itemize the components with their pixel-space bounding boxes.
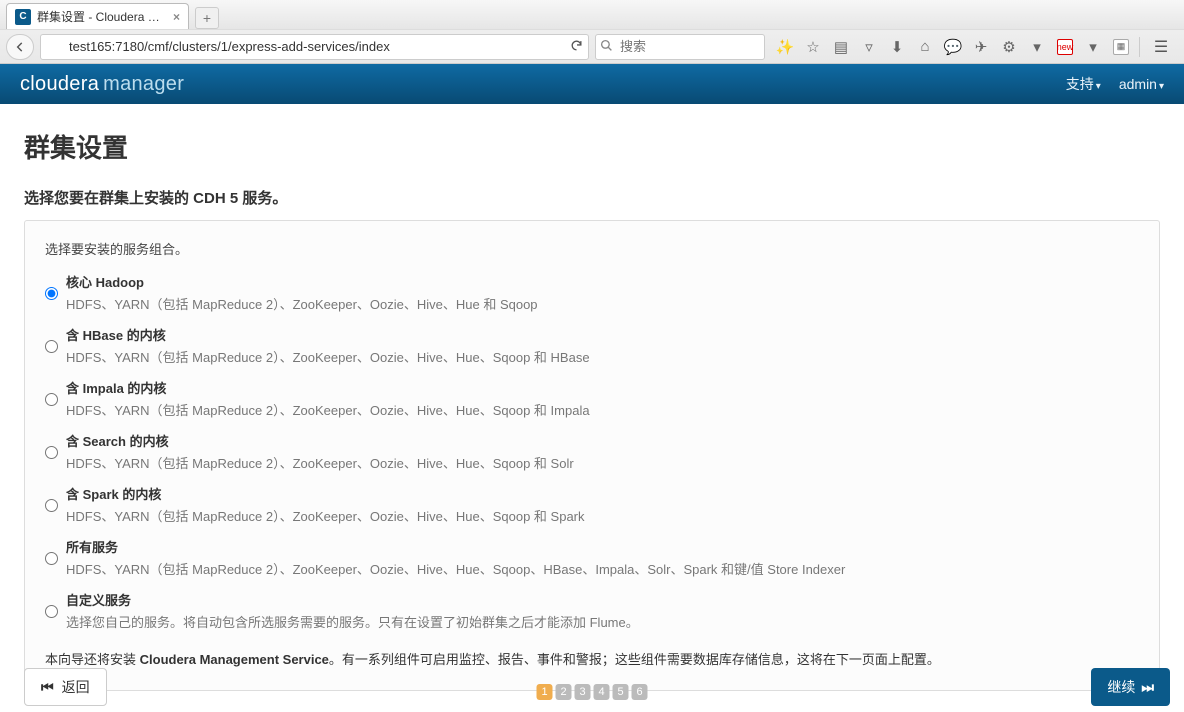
addon-icon[interactable]: ⚙ bbox=[999, 37, 1019, 57]
toolbar-icons: ✨ ☆ ▤ ▿ ⬇ ⌂ 💬 ✈ ⚙ ▾ new ▾ ▦ ☰ bbox=[771, 34, 1178, 60]
radio-search[interactable] bbox=[45, 433, 58, 472]
download-icon[interactable]: ⬇ bbox=[887, 37, 907, 57]
reload-icon[interactable] bbox=[570, 39, 583, 55]
app-header: clouderamanager 支持▾ admin▾ bbox=[0, 64, 1184, 104]
back-button[interactable]: ⏮ 返回 bbox=[24, 668, 107, 706]
browser-tab[interactable]: C 群集设置 - Cloudera Ma... × bbox=[6, 3, 189, 29]
option-title: 含 HBase 的内核 bbox=[66, 325, 1139, 344]
back-icon: ⏮ bbox=[41, 679, 54, 696]
search-icon bbox=[600, 39, 613, 55]
option-custom[interactable]: 自定义服务 选择您自己的服务。将自动包含所选服务需要的服务。只有在设置了初始群集… bbox=[45, 590, 1139, 631]
dropdown2-icon[interactable]: ▾ bbox=[1083, 37, 1103, 57]
option-hbase[interactable]: 含 HBase 的内核 HDFS、YARN（包括 MapReduce 2）、Zo… bbox=[45, 325, 1139, 366]
back-button[interactable] bbox=[6, 34, 34, 60]
radio-impala[interactable] bbox=[45, 380, 58, 419]
close-tab-icon[interactable]: × bbox=[173, 10, 180, 24]
radio-core-hadoop[interactable] bbox=[45, 274, 58, 313]
radio-custom[interactable] bbox=[45, 592, 58, 631]
option-core-hadoop[interactable]: 核心 Hadoop HDFS、YARN（包括 MapReduce 2）、ZooK… bbox=[45, 272, 1139, 313]
url-input[interactable] bbox=[40, 34, 589, 60]
box-icon[interactable]: ▦ bbox=[1111, 37, 1131, 57]
dropdown-icon[interactable]: ▾ bbox=[1027, 37, 1047, 57]
news-icon[interactable]: new bbox=[1055, 37, 1075, 57]
tab-title: 群集设置 - Cloudera Ma... bbox=[37, 8, 167, 25]
radio-hbase[interactable] bbox=[45, 327, 58, 366]
brand-logo[interactable]: clouderamanager bbox=[20, 73, 184, 96]
option-desc: HDFS、YARN（包括 MapReduce 2）、ZooKeeper、Oozi… bbox=[66, 453, 1139, 472]
search-input[interactable] bbox=[595, 34, 765, 60]
continue-icon: ⏭ bbox=[1141, 679, 1154, 696]
page-1[interactable]: 1 bbox=[537, 684, 553, 700]
pagination: 1 2 3 4 5 6 bbox=[537, 684, 648, 700]
page-2[interactable]: 2 bbox=[556, 684, 572, 700]
chat-icon[interactable]: 💬 bbox=[943, 37, 963, 57]
home-icon[interactable]: ⌂ bbox=[915, 37, 935, 57]
page-6[interactable]: 6 bbox=[632, 684, 648, 700]
option-desc: HDFS、YARN（包括 MapReduce 2）、ZooKeeper、Oozi… bbox=[66, 400, 1139, 419]
content: 群集设置 选择您要在群集上安装的 CDH 5 服务。 选择要安装的服务组合。 核… bbox=[0, 104, 1184, 712]
radio-all[interactable] bbox=[45, 539, 58, 578]
divider bbox=[1139, 37, 1140, 57]
option-title: 含 Spark 的内核 bbox=[66, 484, 1139, 503]
option-title: 含 Impala 的内核 bbox=[66, 378, 1139, 397]
footnote: 本向导还将安装 Cloudera Management Service。有一系列… bbox=[45, 649, 1139, 668]
admin-menu[interactable]: admin▾ bbox=[1119, 76, 1164, 92]
star-icon[interactable]: ☆ bbox=[803, 37, 823, 57]
page-title: 群集设置 bbox=[24, 128, 1160, 165]
url-bar: ✨ ☆ ▤ ▿ ⬇ ⌂ 💬 ✈ ⚙ ▾ new ▾ ▦ ☰ bbox=[0, 29, 1184, 63]
option-search[interactable]: 含 Search 的内核 HDFS、YARN（包括 MapReduce 2）、Z… bbox=[45, 431, 1139, 472]
option-desc: HDFS、YARN（包括 MapReduce 2）、ZooKeeper、Oozi… bbox=[66, 559, 1139, 578]
search-wrap bbox=[595, 34, 765, 60]
option-desc: HDFS、YARN（包括 MapReduce 2）、ZooKeeper、Oozi… bbox=[66, 294, 1139, 313]
send-icon[interactable]: ✈ bbox=[971, 37, 991, 57]
library-icon[interactable]: ▤ bbox=[831, 37, 851, 57]
page-4[interactable]: 4 bbox=[594, 684, 610, 700]
option-desc: HDFS、YARN（包括 MapReduce 2）、ZooKeeper、Oozi… bbox=[66, 506, 1139, 525]
page-5[interactable]: 5 bbox=[613, 684, 629, 700]
extension-icon[interactable]: ✨ bbox=[775, 37, 795, 57]
option-desc: 选择您自己的服务。将自动包含所选服务需要的服务。只有在设置了初始群集之后才能添加… bbox=[66, 612, 1139, 631]
options-panel: 选择要安装的服务组合。 核心 Hadoop HDFS、YARN（包括 MapRe… bbox=[24, 220, 1160, 691]
option-title: 所有服务 bbox=[66, 537, 1139, 556]
browser-chrome: C 群集设置 - Cloudera Ma... × + ✨ ☆ bbox=[0, 0, 1184, 64]
support-menu[interactable]: 支持▾ bbox=[1066, 74, 1101, 94]
favicon-icon: C bbox=[15, 9, 31, 25]
pocket-icon[interactable]: ▿ bbox=[859, 37, 879, 57]
hamburger-icon[interactable]: ☰ bbox=[1148, 34, 1174, 60]
page-subtitle: 选择您要在群集上安装的 CDH 5 服务。 bbox=[24, 187, 1160, 208]
option-title: 含 Search 的内核 bbox=[66, 431, 1139, 450]
option-impala[interactable]: 含 Impala 的内核 HDFS、YARN（包括 MapReduce 2）、Z… bbox=[45, 378, 1139, 419]
option-spark[interactable]: 含 Spark 的内核 HDFS、YARN（包括 MapReduce 2）、Zo… bbox=[45, 484, 1139, 525]
panel-intro: 选择要安装的服务组合。 bbox=[45, 239, 1139, 258]
tab-bar: C 群集设置 - Cloudera Ma... × + bbox=[0, 0, 1184, 29]
url-input-wrap bbox=[40, 34, 589, 60]
new-tab-button[interactable]: + bbox=[195, 7, 219, 29]
option-all-services[interactable]: 所有服务 HDFS、YARN（包括 MapReduce 2）、ZooKeeper… bbox=[45, 537, 1139, 578]
page-3[interactable]: 3 bbox=[575, 684, 591, 700]
option-desc: HDFS、YARN（包括 MapReduce 2）、ZooKeeper、Oozi… bbox=[66, 347, 1139, 366]
option-title: 自定义服务 bbox=[66, 590, 1139, 609]
option-title: 核心 Hadoop bbox=[66, 272, 1139, 291]
continue-button[interactable]: 继续 ⏭ bbox=[1091, 668, 1170, 706]
radio-spark[interactable] bbox=[45, 486, 58, 525]
header-right: 支持▾ admin▾ bbox=[1066, 74, 1164, 94]
